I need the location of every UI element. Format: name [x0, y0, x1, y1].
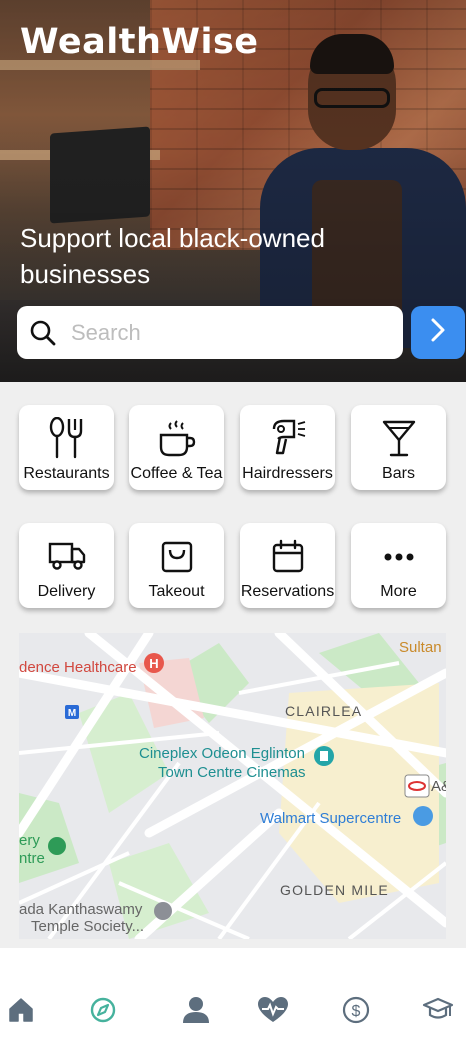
search-bar[interactable]	[17, 306, 403, 359]
person-icon	[181, 996, 211, 1029]
hero-tagline: Support local black-owned businesses	[20, 223, 325, 289]
coffee-cup-icon	[157, 417, 197, 459]
map-view[interactable]: H M dence Healthcare Sultan CLAIRLEA Cin…	[19, 633, 446, 939]
map-label-walmart: Walmart Supercentre	[260, 810, 402, 827]
map-label-cinema: Cineplex Odeon Eglinton	[139, 745, 305, 762]
svg-text:H: H	[149, 656, 158, 671]
category-label: Delivery	[37, 583, 96, 600]
dollar-circle-icon: $	[342, 996, 370, 1029]
delivery-truck-icon	[47, 535, 87, 577]
hair-dryer-icon	[268, 417, 308, 459]
category-more[interactable]: More	[351, 523, 446, 608]
tab-finance[interactable]: $	[336, 992, 376, 1032]
category-delivery[interactable]: Delivery	[19, 523, 114, 608]
map-label-clairlea: CLAIRLEA	[285, 703, 363, 719]
map-label-cinema: Town Centre Cinemas	[158, 764, 306, 781]
svg-text:$: $	[352, 1003, 361, 1020]
category-hairdressers[interactable]: Hairdressers	[240, 405, 335, 490]
category-coffee-tea[interactable]: Coffee & Tea	[129, 405, 224, 490]
tab-profile[interactable]	[176, 992, 216, 1032]
compass-icon	[89, 996, 117, 1029]
map-label-temple: ada Kanthaswamy	[19, 901, 143, 918]
map-label-cemetery: ntre	[19, 850, 45, 867]
heart-pulse-icon	[257, 996, 289, 1029]
category-label: Coffee & Tea	[130, 465, 223, 482]
cocktail-glass-icon	[379, 417, 419, 459]
shopping-bag-icon	[157, 535, 197, 577]
tab-explore[interactable]	[83, 992, 123, 1032]
map-label-temple: Temple Society...	[31, 918, 145, 935]
fork-spoon-icon	[47, 417, 87, 459]
graduation-cap-icon	[422, 996, 454, 1029]
category-label: More	[380, 583, 417, 600]
svg-text:M: M	[68, 708, 76, 719]
category-reservations[interactable]: Reservations	[240, 523, 335, 608]
category-label: Restaurants	[23, 465, 110, 482]
more-dots-icon	[379, 535, 419, 577]
map-label-sultan: Sultan	[399, 639, 442, 656]
category-label: Bars	[382, 465, 415, 482]
app-screen: WealthWise Support local black-owned bus…	[0, 0, 466, 1054]
search-submit-button[interactable]	[411, 306, 465, 359]
tab-health[interactable]	[253, 992, 293, 1032]
search-input[interactable]	[71, 319, 371, 346]
category-label: Takeout	[148, 583, 205, 600]
tab-education[interactable]	[418, 992, 458, 1032]
category-label: Reservations	[240, 583, 335, 600]
hero-banner: WealthWise Support local black-owned bus…	[0, 0, 466, 382]
chevron-right-icon	[427, 317, 449, 348]
home-icon	[7, 996, 35, 1029]
category-restaurants[interactable]: Restaurants	[19, 405, 114, 490]
bottom-tab-bar: $	[0, 948, 466, 1054]
map-label-cemetery: ery	[19, 832, 40, 849]
search-icon	[29, 319, 57, 347]
category-takeout[interactable]: Takeout	[129, 523, 224, 608]
map-label-healthcare: dence Healthcare	[19, 659, 137, 676]
tab-home[interactable]	[1, 992, 41, 1032]
app-title: WealthWise	[20, 22, 259, 62]
map-label-golden-mile: GOLDEN MILE	[280, 882, 389, 898]
calendar-icon	[268, 535, 308, 577]
map-label-store: A&	[431, 778, 446, 795]
category-bars[interactable]: Bars	[351, 405, 446, 490]
category-label: Hairdressers	[242, 465, 333, 482]
